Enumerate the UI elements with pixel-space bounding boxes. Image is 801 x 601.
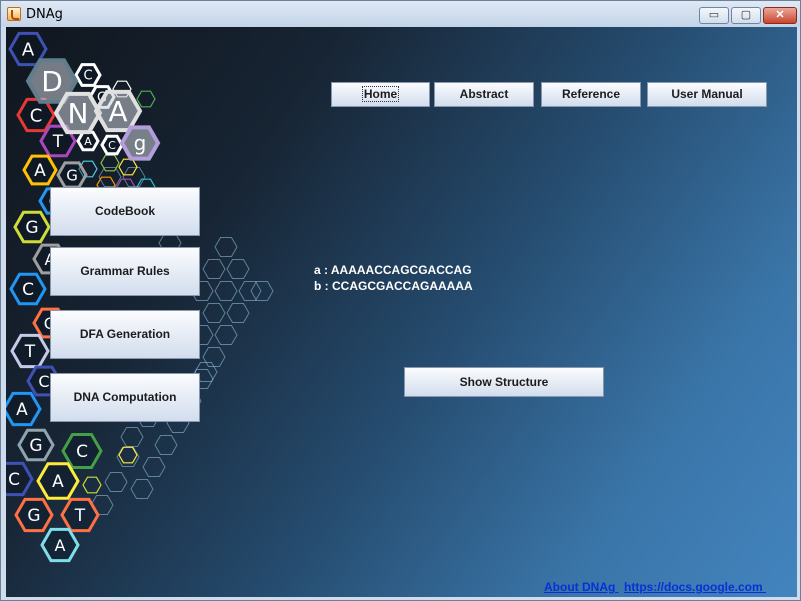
background-hexagon (226, 303, 250, 323)
small-hexagon (100, 154, 120, 172)
background-hexagon (130, 479, 154, 499)
reference-button[interactable]: Reference (541, 82, 641, 107)
background-hexagon (142, 457, 166, 477)
maximize-button[interactable]: ▢ (731, 7, 761, 24)
background-hexagon (104, 472, 128, 492)
user-manual-button[interactable]: User Manual (647, 82, 767, 107)
hexagon-letter: G (25, 218, 38, 238)
background-hexagon (214, 281, 238, 301)
home-button[interactable]: Home (331, 82, 430, 107)
small-hexagon (136, 90, 156, 108)
hexagon-letter: A (22, 39, 35, 60)
hexagon-letter: T (24, 342, 36, 362)
hexagon-letter: T (52, 132, 64, 152)
background-hexagon (202, 303, 226, 323)
small-hexagon (118, 446, 138, 464)
hexagon-letter: C (108, 139, 116, 152)
hexagon-letter: G (27, 506, 40, 526)
small-hexagon (82, 476, 102, 494)
hexagon-letter: g (134, 131, 147, 155)
sequence-b-text: b : CCAGCGACCAGAAAAA (314, 279, 473, 293)
background-hexagon (214, 237, 238, 257)
show-structure-button[interactable]: Show Structure (404, 367, 604, 397)
hexagon-letter: C (38, 372, 49, 391)
hexagon-letter: C (22, 280, 34, 300)
hexagon-letter: T (74, 506, 86, 526)
background-hexagon (122, 167, 146, 187)
hexagon-letter: A (55, 536, 66, 555)
hexagon-letter: A (52, 472, 64, 492)
java-app-icon (7, 7, 21, 21)
about-dnag-link[interactable]: About DNAg (544, 580, 619, 594)
hexagon-letter: D (41, 65, 63, 98)
title-bar[interactable]: DNAg ▭ ▢ ✕ (1, 1, 800, 27)
hexagon-letter: A (84, 135, 92, 148)
hexagon-letter: A (34, 161, 46, 181)
hexagon-letter: A (16, 400, 28, 420)
home-button-label: Home (361, 86, 400, 102)
background-hexagon (226, 259, 250, 279)
background-hexagon (214, 325, 238, 345)
hexagon-letter: C (76, 442, 88, 462)
codebook-button[interactable]: CodeBook (50, 187, 200, 236)
minimize-button[interactable]: ▭ (699, 7, 729, 24)
dfa-generation-button[interactable]: DFA Generation (50, 310, 200, 359)
hexagon-letter: N (68, 97, 89, 130)
hexagon-letter: G (29, 436, 42, 456)
app-window: DNAg ▭ ▢ ✕ ACGCTACAGCGACGTCAGCCAGTADNAg … (0, 0, 801, 601)
hexagon-letter: C (8, 470, 20, 490)
background-hexagon (238, 281, 262, 301)
sequence-a-text: a : AAAAACCAGCGACCAG (314, 263, 472, 277)
hexagon-letter: G (66, 166, 78, 184)
main-panel: ACGCTACAGCGACGTCAGCCAGTADNAg Home Abstra… (6, 27, 797, 597)
docs-google-link[interactable]: https://docs.google.com (624, 580, 766, 594)
background-hexagon (202, 259, 226, 279)
background-hexagon (250, 281, 274, 301)
background-hexagon (120, 427, 144, 447)
hexagon-letter: C (83, 69, 92, 84)
hexagon-letter: A (108, 95, 127, 128)
grammar-rules-button[interactable]: Grammar Rules (50, 247, 200, 296)
close-button[interactable]: ✕ (763, 7, 797, 24)
hexagon-letter: C (30, 105, 43, 126)
window-title: DNAg (26, 7, 63, 22)
dna-computation-button[interactable]: DNA Computation (50, 373, 200, 422)
abstract-button[interactable]: Abstract (434, 82, 534, 107)
background-hexagon (154, 435, 178, 455)
background-hexagon (202, 347, 226, 367)
